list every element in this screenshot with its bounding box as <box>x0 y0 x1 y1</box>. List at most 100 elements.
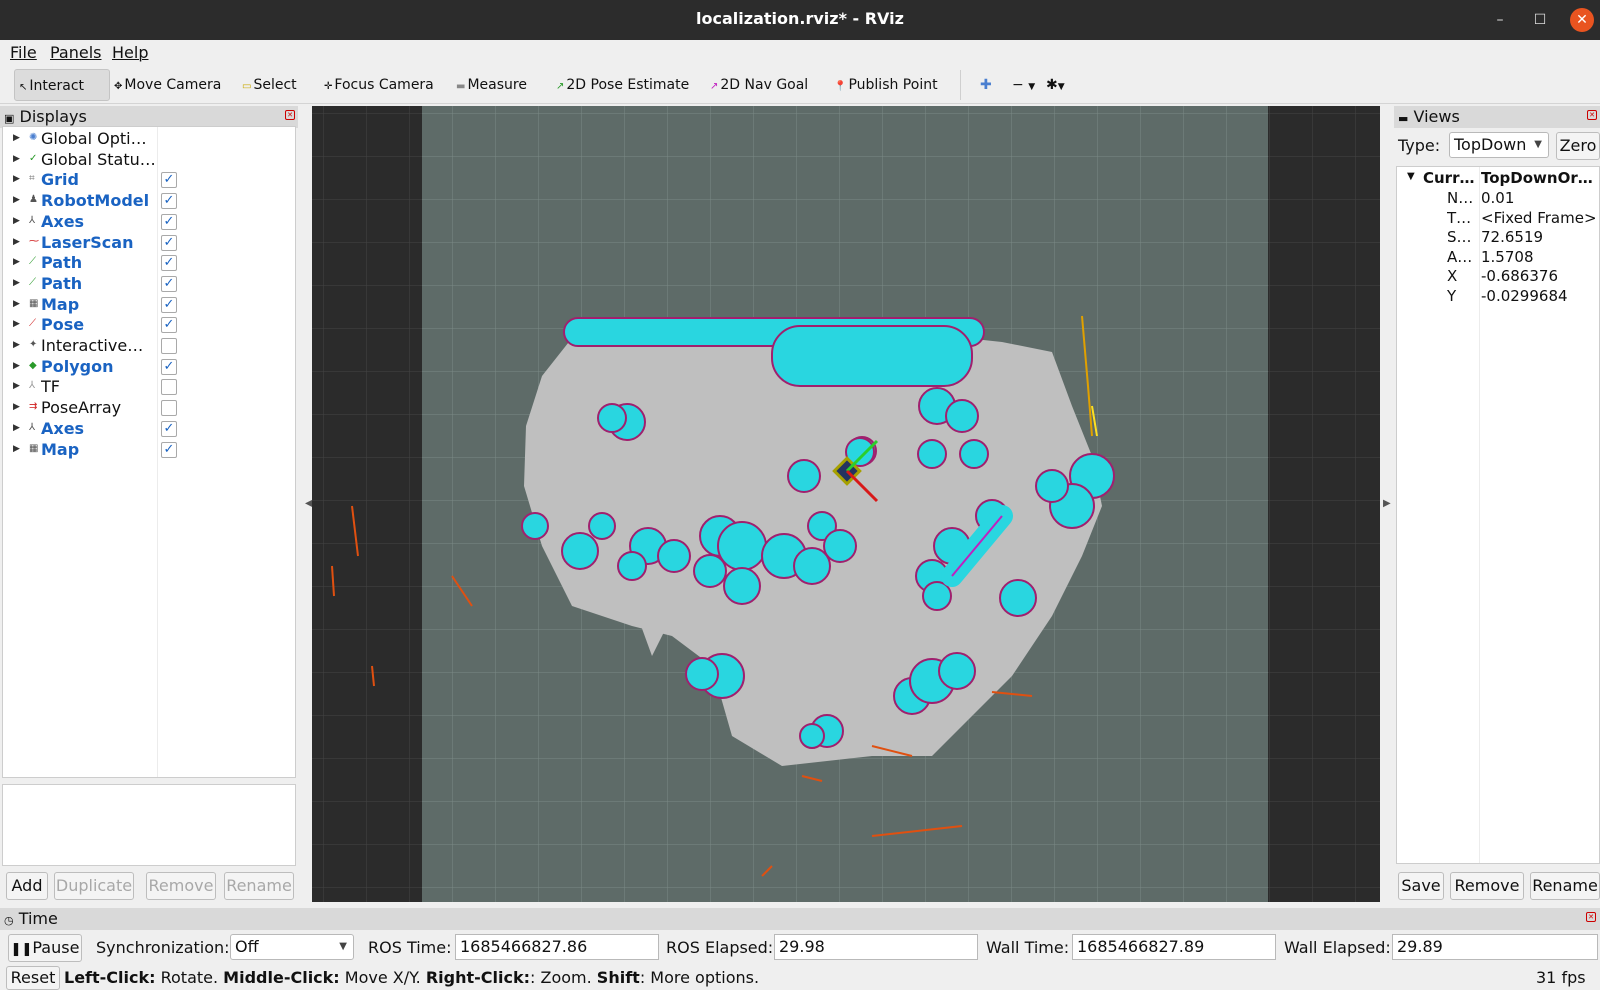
ros-elapsed-field[interactable]: 29.98 <box>774 934 978 960</box>
close-icon[interactable]: ✕ <box>1570 8 1594 32</box>
display-item-robotmodel[interactable]: ▶ ♟ RobotModel ✓ <box>3 191 295 212</box>
view-property-value[interactable]: 1.5708 <box>1481 248 1599 266</box>
remove-display-button[interactable]: Remove <box>146 872 216 900</box>
expand-arrow-icon[interactable]: ▶ <box>13 216 20 226</box>
expand-arrow-icon[interactable]: ▶ <box>13 174 20 184</box>
display-item-axes[interactable]: ▶ ⅄ Axes ✓ <box>3 419 295 440</box>
display-enable-checkbox[interactable]: ✓ <box>161 213 177 230</box>
wall-time-field[interactable]: 1685466827.89 <box>1072 934 1276 960</box>
expand-arrow-icon[interactable]: ▶ <box>13 257 20 267</box>
rename-display-button[interactable]: Rename <box>224 872 294 900</box>
view-property-value[interactable]: -0.686376 <box>1481 267 1599 285</box>
expand-arrow-icon[interactable]: ▶ <box>13 195 20 205</box>
sync-select[interactable]: Off ▼ <box>230 934 354 960</box>
view-property-row[interactable]: X -0.686376 <box>1397 267 1600 287</box>
move-camera-tool[interactable]: ✥ Move Camera <box>110 69 221 101</box>
display-item-global-statu[interactable]: ▶ ✓ Global Statu… <box>3 150 295 171</box>
display-item-global-opti[interactable]: ▶ ✺ Global Opti… <box>3 129 295 150</box>
display-enable-checkbox[interactable] <box>161 400 177 417</box>
display-item-pose[interactable]: ▶ ⟋ Pose ✓ <box>3 315 295 336</box>
display-item-laserscan[interactable]: ▶ ⁓ LaserScan ✓ <box>3 233 295 254</box>
views-tree[interactable]: ▼ Curr… TopDownOr… N… 0.01 T… <Fixed Frame>… <box>1396 166 1600 864</box>
rename-view-button[interactable]: Rename <box>1530 872 1600 900</box>
display-enable-checkbox[interactable] <box>161 338 177 354</box>
display-item-interactive[interactable]: ▶ ✦ Interactive… <box>3 336 295 357</box>
interact-tool[interactable]: ↖ Interact <box>14 69 110 101</box>
display-item-path[interactable]: ▶ ⟋ Path ✓ <box>3 274 295 295</box>
view-property-value[interactable]: -0.0299684 <box>1481 287 1599 305</box>
focus-camera-tool[interactable]: ✛ Focus Camera <box>320 69 434 101</box>
nav-goal-tool[interactable]: ↗ 2D Nav Goal <box>706 69 808 101</box>
display-item-grid[interactable]: ▶ ⌗ Grid ✓ <box>3 170 295 191</box>
pose-estimate-tool[interactable]: ↗ 2D Pose Estimate <box>552 69 689 101</box>
expand-arrow-icon[interactable]: ▶ <box>13 381 20 391</box>
display-enable-checkbox[interactable]: ✓ <box>161 193 177 210</box>
panel-close-icon[interactable]: ✕ <box>285 110 295 120</box>
display-item-polygon[interactable]: ▶ ◆ Polygon ✓ <box>3 357 295 378</box>
menu-help[interactable]: Help <box>112 43 148 62</box>
publish-point-tool[interactable]: 📍 Publish Point <box>830 69 938 101</box>
expand-arrow-icon[interactable]: ▼ <box>1407 171 1415 182</box>
display-enable-checkbox[interactable]: ✓ <box>161 441 177 458</box>
view-property-value[interactable]: <Fixed Frame> <box>1481 209 1599 227</box>
add-tool-icon[interactable]: ✚ <box>976 69 992 101</box>
display-enable-checkbox[interactable]: ✓ <box>161 172 177 189</box>
view-property-row[interactable]: Y -0.0299684 <box>1397 287 1600 307</box>
display-enable-checkbox[interactable]: ✓ <box>161 275 177 292</box>
view-property-row[interactable]: T… <Fixed Frame> <box>1397 209 1600 229</box>
view-property-row[interactable]: S… 72.6519 <box>1397 228 1600 248</box>
expand-arrow-icon[interactable]: ▶ <box>13 299 20 309</box>
display-item-map[interactable]: ▶ ▦ Map ✓ <box>3 440 295 461</box>
right-splitter-handle[interactable]: ▶ <box>1383 498 1391 509</box>
display-enable-checkbox[interactable]: ✓ <box>161 358 177 375</box>
expand-arrow-icon[interactable]: ▶ <box>13 154 20 164</box>
menu-panels[interactable]: Panels <box>50 43 102 62</box>
view-property-row[interactable]: N… 0.01 <box>1397 189 1600 209</box>
view-type-select[interactable]: TopDown ▼ <box>1449 132 1549 158</box>
tool-properties-icon[interactable]: ✱▼ <box>1042 69 1065 101</box>
display-enable-checkbox[interactable]: ✓ <box>161 255 177 272</box>
expand-arrow-icon[interactable]: ▶ <box>13 319 20 329</box>
reset-button[interactable]: Reset <box>6 966 60 990</box>
display-item-map[interactable]: ▶ ▦ Map ✓ <box>3 295 295 316</box>
remove-view-button[interactable]: Remove <box>1450 872 1524 900</box>
zero-view-button[interactable]: Zero <box>1556 132 1600 160</box>
display-enable-checkbox[interactable]: ✓ <box>161 234 177 251</box>
view-property-value[interactable]: 72.6519 <box>1481 228 1599 246</box>
save-view-button[interactable]: Save <box>1398 872 1444 900</box>
expand-arrow-icon[interactable]: ▶ <box>13 340 20 350</box>
display-item-axes[interactable]: ▶ ⅄ Axes ✓ <box>3 212 295 233</box>
displays-tree[interactable]: ▶ ✺ Global Opti… ▶ ✓ Global Statu… ▶ ⌗ Grid ✓ ▶ ♟ Ro… <box>2 126 296 778</box>
duplicate-display-button[interactable]: Duplicate <box>54 872 134 900</box>
wall-elapsed-field[interactable]: 29.89 <box>1392 934 1598 960</box>
ros-time-field[interactable]: 1685466827.86 <box>455 934 659 960</box>
pause-button[interactable]: ❚❚Pause <box>8 934 82 962</box>
expand-arrow-icon[interactable]: ▶ <box>13 237 20 247</box>
expand-arrow-icon[interactable]: ▶ <box>13 402 20 412</box>
display-enable-checkbox[interactable]: ✓ <box>161 317 177 334</box>
render-viewport[interactable] <box>312 106 1380 902</box>
select-tool[interactable]: ▭ Select <box>238 69 297 101</box>
maximize-icon[interactable]: ☐ <box>1530 10 1550 30</box>
display-enable-checkbox[interactable] <box>161 379 177 396</box>
display-item-posearray[interactable]: ▶ ⇉ PoseArray <box>3 398 295 419</box>
expand-arrow-icon[interactable]: ▶ <box>13 423 20 433</box>
add-display-button[interactable]: Add <box>6 872 48 900</box>
expand-arrow-icon[interactable]: ▶ <box>13 444 20 454</box>
views-panel-close-icon[interactable]: ✕ <box>1587 110 1597 120</box>
display-enable-checkbox[interactable]: ✓ <box>161 420 177 437</box>
menu-file[interactable]: File <box>10 43 37 62</box>
view-property-value[interactable]: 0.01 <box>1481 189 1599 207</box>
display-item-tf[interactable]: ▶ ⅄ TF <box>3 377 295 398</box>
expand-arrow-icon[interactable]: ▶ <box>13 361 20 371</box>
minimize-icon[interactable]: – <box>1490 10 1510 30</box>
time-panel-close-icon[interactable]: ✕ <box>1586 912 1596 922</box>
display-item-path[interactable]: ▶ ⟋ Path ✓ <box>3 253 295 274</box>
expand-arrow-icon[interactable]: ▶ <box>13 278 20 288</box>
remove-tool-icon[interactable]: − ▼ <box>1008 69 1035 101</box>
expand-arrow-icon[interactable]: ▶ <box>13 133 20 143</box>
view-property-row[interactable]: A… 1.5708 <box>1397 248 1600 268</box>
display-enable-checkbox[interactable]: ✓ <box>161 296 177 313</box>
current-view-row[interactable]: ▼ Curr… TopDownOr… <box>1397 169 1600 189</box>
measure-tool[interactable]: ▬ Measure <box>452 69 527 101</box>
